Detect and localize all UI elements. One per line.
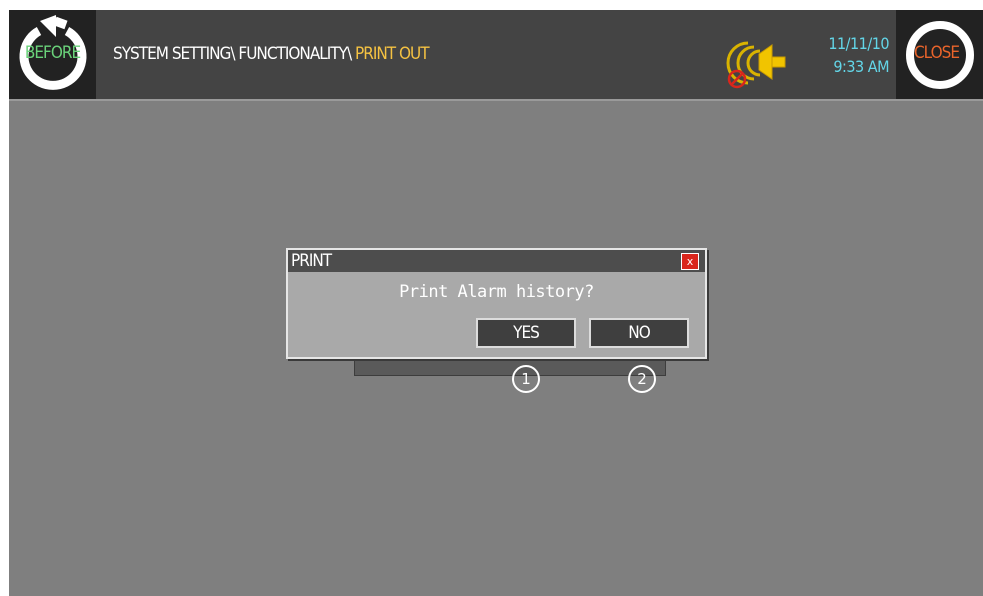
dialog-message: Print Alarm history?	[399, 282, 594, 302]
callout-marker-2: 2	[628, 365, 656, 393]
top-bar: BEFORE SYSTEM SETTING\ FUNCTIONALITY\ PR…	[9, 10, 983, 99]
time-text: 9:33 AM	[833, 57, 889, 76]
breadcrumb: SYSTEM SETTING\ FUNCTIONALITY\ PRINT OUT	[113, 44, 430, 64]
print-dialog: PRINT x Print Alarm history? YES NO	[286, 248, 707, 359]
dialog-title: PRINT	[291, 251, 332, 271]
yes-button[interactable]: YES	[476, 318, 576, 348]
dialog-shadow	[354, 356, 666, 376]
alarm-status[interactable]	[724, 33, 794, 93]
breadcrumb-current: PRINT OUT	[355, 44, 430, 64]
close-button[interactable]: CLOSE	[896, 10, 983, 99]
topbar-divider	[9, 99, 983, 101]
close-label: CLOSE	[913, 43, 960, 63]
no-button[interactable]: NO	[589, 318, 689, 348]
date-text: 11/11/10	[828, 34, 889, 53]
breadcrumb-system-setting: SYSTEM SETTING\	[113, 44, 236, 64]
before-button[interactable]: BEFORE	[9, 10, 96, 99]
before-label: BEFORE	[24, 43, 81, 63]
dialog-titlebar: PRINT x	[288, 250, 705, 272]
alarm-bell-icon	[726, 41, 786, 89]
datetime: 11/11/10 9:33 AM	[789, 32, 889, 78]
alarm-disabled-icon	[727, 69, 747, 89]
breadcrumb-functionality: FUNCTIONALITY\	[238, 44, 352, 64]
dialog-close-button[interactable]: x	[681, 253, 699, 270]
callout-marker-1: 1	[512, 365, 540, 393]
